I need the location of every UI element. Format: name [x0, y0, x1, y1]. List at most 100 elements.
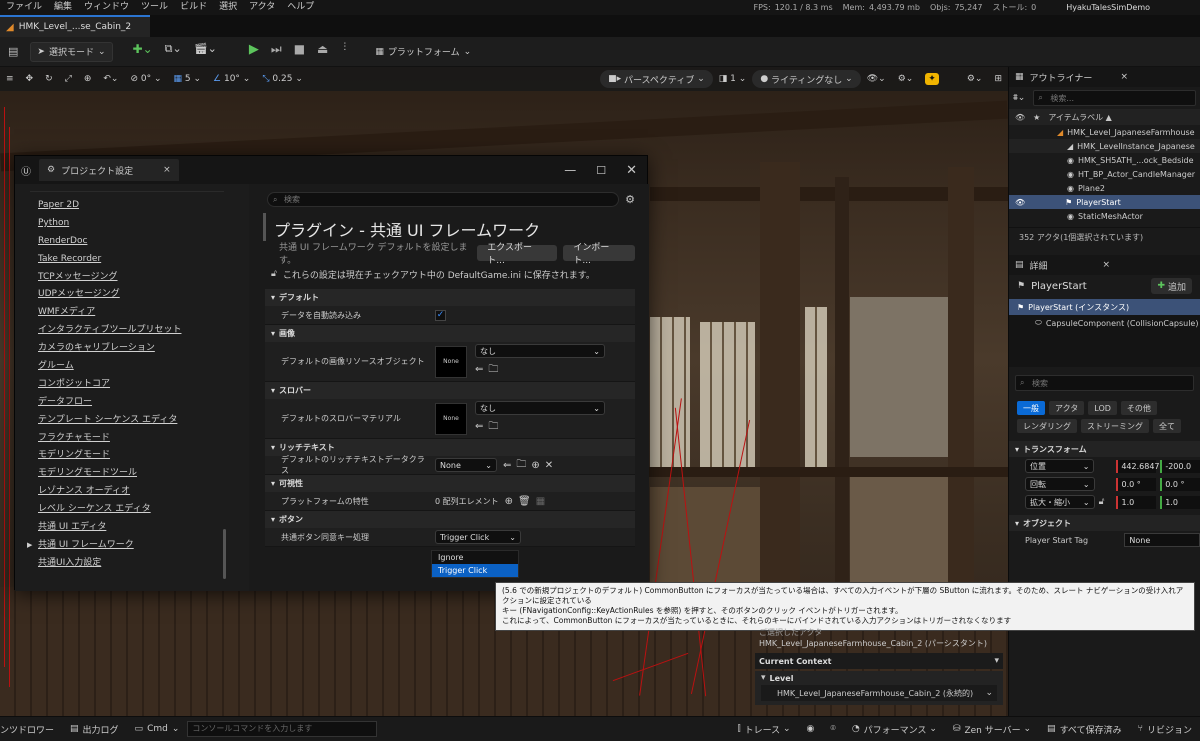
scale-x[interactable]: 1.0 — [1116, 495, 1157, 509]
tree-row[interactable]: ◉ Plane2 — [1009, 181, 1200, 195]
settings-tab[interactable]: ⚙ プロジェクト設定 × — [39, 159, 179, 181]
browse-icon[interactable]: 🗀 — [488, 364, 498, 375]
sidebar-item[interactable]: レゾナンス オーディオ — [15, 482, 249, 500]
filter-lod[interactable]: LOD — [1088, 401, 1117, 415]
sidebar-item[interactable]: ▶ 共通 UI フレームワーク — [15, 536, 249, 554]
confirm-key-combo[interactable]: Trigger Click ⌄ — [435, 530, 521, 544]
scale-icon[interactable]: ⤢ — [59, 74, 78, 84]
performance-button[interactable]: ◔ パフォーマンス ⌄ — [844, 723, 945, 736]
scale-y[interactable]: 1.0 — [1160, 495, 1200, 509]
sidebar-item[interactable]: グルーム — [15, 357, 249, 375]
option-trigger-click[interactable]: Trigger Click — [432, 564, 518, 577]
lighting-button[interactable]: ● ライティングなし ⌄ — [752, 70, 861, 88]
blueprint-icon[interactable]: ⧉⌄ — [159, 42, 188, 62]
record-icon[interactable]: ◉ — [799, 724, 823, 734]
window-titlebar[interactable]: Ⓤ ⚙ プロジェクト設定 × — ☐ ✕ — [15, 156, 647, 184]
platform-button[interactable]: ▦ プラットフォーム ⌄ — [369, 42, 477, 62]
details-search-input[interactable]: ⌕ 検索 — [1015, 375, 1194, 391]
sidebar-scrollbar[interactable] — [223, 529, 226, 579]
sidebar-item[interactable]: モデリングモードツール — [15, 464, 249, 482]
cinematics-icon[interactable]: 🎬︎⌄ — [188, 42, 223, 62]
maximize-icon[interactable]: ☐ — [596, 164, 606, 177]
browse-icon[interactable]: 🗀 — [516, 457, 526, 474]
sidebar-item[interactable]: カメラのキャリブレーション — [15, 339, 249, 357]
select-mode-button[interactable]: ➤ 選択モード ⌄ — [30, 41, 113, 62]
world-icon[interactable]: ⊕ — [78, 74, 98, 84]
tag-input[interactable]: None — [1124, 533, 1200, 547]
sidebar-item[interactable]: 共通UI入力設定 — [15, 554, 249, 572]
location-y[interactable]: -200.0 — [1160, 459, 1200, 473]
throbber-asset-combo[interactable]: なし ⌄ — [475, 401, 605, 415]
image-asset-combo[interactable]: なし ⌄ — [475, 344, 605, 358]
grid-icon[interactable]: ▦ — [536, 496, 545, 507]
content-drawer-button[interactable]: ンツドロワー — [0, 723, 62, 736]
menu-file[interactable]: ファイル — [0, 0, 48, 15]
sidebar-item[interactable]: TCPメッセージング — [15, 268, 249, 286]
settings-icon[interactable]: ⚙⌄ — [961, 74, 989, 84]
option-ignore[interactable]: Ignore — [432, 551, 518, 564]
scale-dropdown[interactable]: 拡大・縮小 ⌄ — [1025, 495, 1095, 509]
add-component-button[interactable]: ✚ 追加 — [1151, 278, 1192, 294]
details-tab[interactable]: ▤ 詳細 × — [1009, 255, 1200, 275]
more-icon[interactable]: ⋮ — [334, 42, 355, 62]
filter-actor[interactable]: アクタ — [1049, 401, 1085, 415]
trace-button[interactable]: ⫿ トレース ⌄ — [730, 723, 799, 736]
menu-actor[interactable]: アクタ — [243, 0, 281, 15]
rich-text-class-combo[interactable]: None ⌄ — [435, 458, 497, 472]
level-tab[interactable]: ◢ HMK_Level_...se_Cabin_2 — [0, 15, 150, 37]
outliner-tab[interactable]: ▦ アウトライナー × — [1009, 67, 1200, 87]
layout-icon[interactable]: ⊞ — [988, 74, 1008, 84]
window-close-icon[interactable]: ✕ — [626, 163, 637, 178]
surface-snap-icon[interactable]: ↶⌄ — [97, 74, 124, 84]
component-row[interactable]: ⬭ CapsuleComponent (CollisionCapsule) — [1009, 315, 1200, 331]
import-button[interactable]: インポート... — [563, 243, 635, 266]
object-section[interactable]: ▾ オブジェクト — [1009, 515, 1200, 531]
export-button[interactable]: エクスポート... — [477, 243, 558, 266]
camera-speed[interactable]: ◨ 1 ⌄ — [713, 74, 753, 84]
console-input[interactable]: コンソールコマンドを入力します — [187, 721, 378, 737]
sidebar-item[interactable]: RenderDoc — [15, 232, 249, 250]
realtime-icon[interactable]: ⚙︎⌄ — [892, 74, 920, 84]
location-dropdown[interactable]: 位置 ⌄ — [1025, 459, 1095, 473]
gear-icon[interactable]: ⚙ — [625, 193, 635, 206]
angle-snap[interactable]: ∠ 10° ⌄ — [207, 74, 256, 84]
menu-help[interactable]: ヘルプ — [281, 0, 320, 15]
tree-row[interactable]: ◉ StaticMeshActor — [1009, 209, 1200, 223]
filter-all[interactable]: 全て — [1153, 419, 1181, 433]
step-icon[interactable]: ⏭︎ — [265, 42, 288, 62]
throbber-thumbnail[interactable]: None — [435, 402, 467, 435]
clear-icon[interactable]: ✕ — [545, 460, 553, 471]
sidebar-item[interactable]: インタラクティブツールプリセット — [15, 321, 249, 339]
save-icon[interactable]: ▤ — [8, 45, 18, 58]
cmd-selector[interactable]: ▭ Cmd ⌄ — [127, 724, 188, 734]
use-selected-icon[interactable]: ⇐ — [475, 364, 483, 375]
add-icon[interactable]: ⊕ — [531, 460, 539, 471]
current-context-header[interactable]: Current Context ▾ — [755, 653, 1003, 669]
level-dropdown[interactable]: HMK_Level_JapaneseFarmhouse_Cabin_2 (永続的… — [761, 685, 997, 701]
add-actor-icon[interactable]: ✚⌄ — [127, 42, 159, 62]
menu-edit[interactable]: 編集 — [48, 0, 78, 15]
outliner-search-input[interactable]: ⌕ 検索... — [1033, 90, 1196, 106]
rotation-y[interactable]: 0.0 ° — [1160, 477, 1200, 491]
add-element-icon[interactable]: ⊕ — [505, 496, 513, 507]
sidebar-item[interactable]: UDPメッセージング — [15, 285, 249, 303]
section-default[interactable]: ▾ デフォルト — [265, 289, 635, 306]
use-selected-icon[interactable]: ⇐ — [503, 460, 511, 471]
browse-icon[interactable]: 🗀 — [488, 421, 498, 432]
translate-icon[interactable]: ✥ — [20, 74, 40, 84]
tree-row-selected[interactable]: 👁︎ ⚑ PlayerStart — [1009, 195, 1200, 209]
lock-icon[interactable]: 🔓︎ — [1099, 497, 1113, 507]
component-instance-row[interactable]: ⚑ PlayerStart (インスタンス) — [1009, 299, 1200, 315]
location-x[interactable]: 442.6847 — [1116, 459, 1160, 473]
output-log-button[interactable]: ▤ 出力ログ — [62, 723, 127, 736]
item-label-header[interactable]: アイテムラベル ▲ — [1048, 112, 1112, 123]
minimize-icon[interactable]: — — [564, 163, 576, 177]
tree-row[interactable]: ◢ HMK_LevelInstance_Japanese — [1009, 139, 1200, 153]
eject-icon[interactable]: ⏏︎ — [311, 42, 334, 62]
close-icon[interactable]: × — [163, 165, 171, 175]
sidebar-item[interactable]: レベル シーケンス エディタ — [15, 500, 249, 518]
section-button[interactable]: ▾ ボタン — [265, 511, 635, 528]
viewport-options-icon[interactable]: ≡ — [0, 74, 20, 84]
highlight-icon[interactable]: ✦ — [919, 73, 945, 85]
filter-rendering[interactable]: レンダリング — [1017, 419, 1077, 433]
